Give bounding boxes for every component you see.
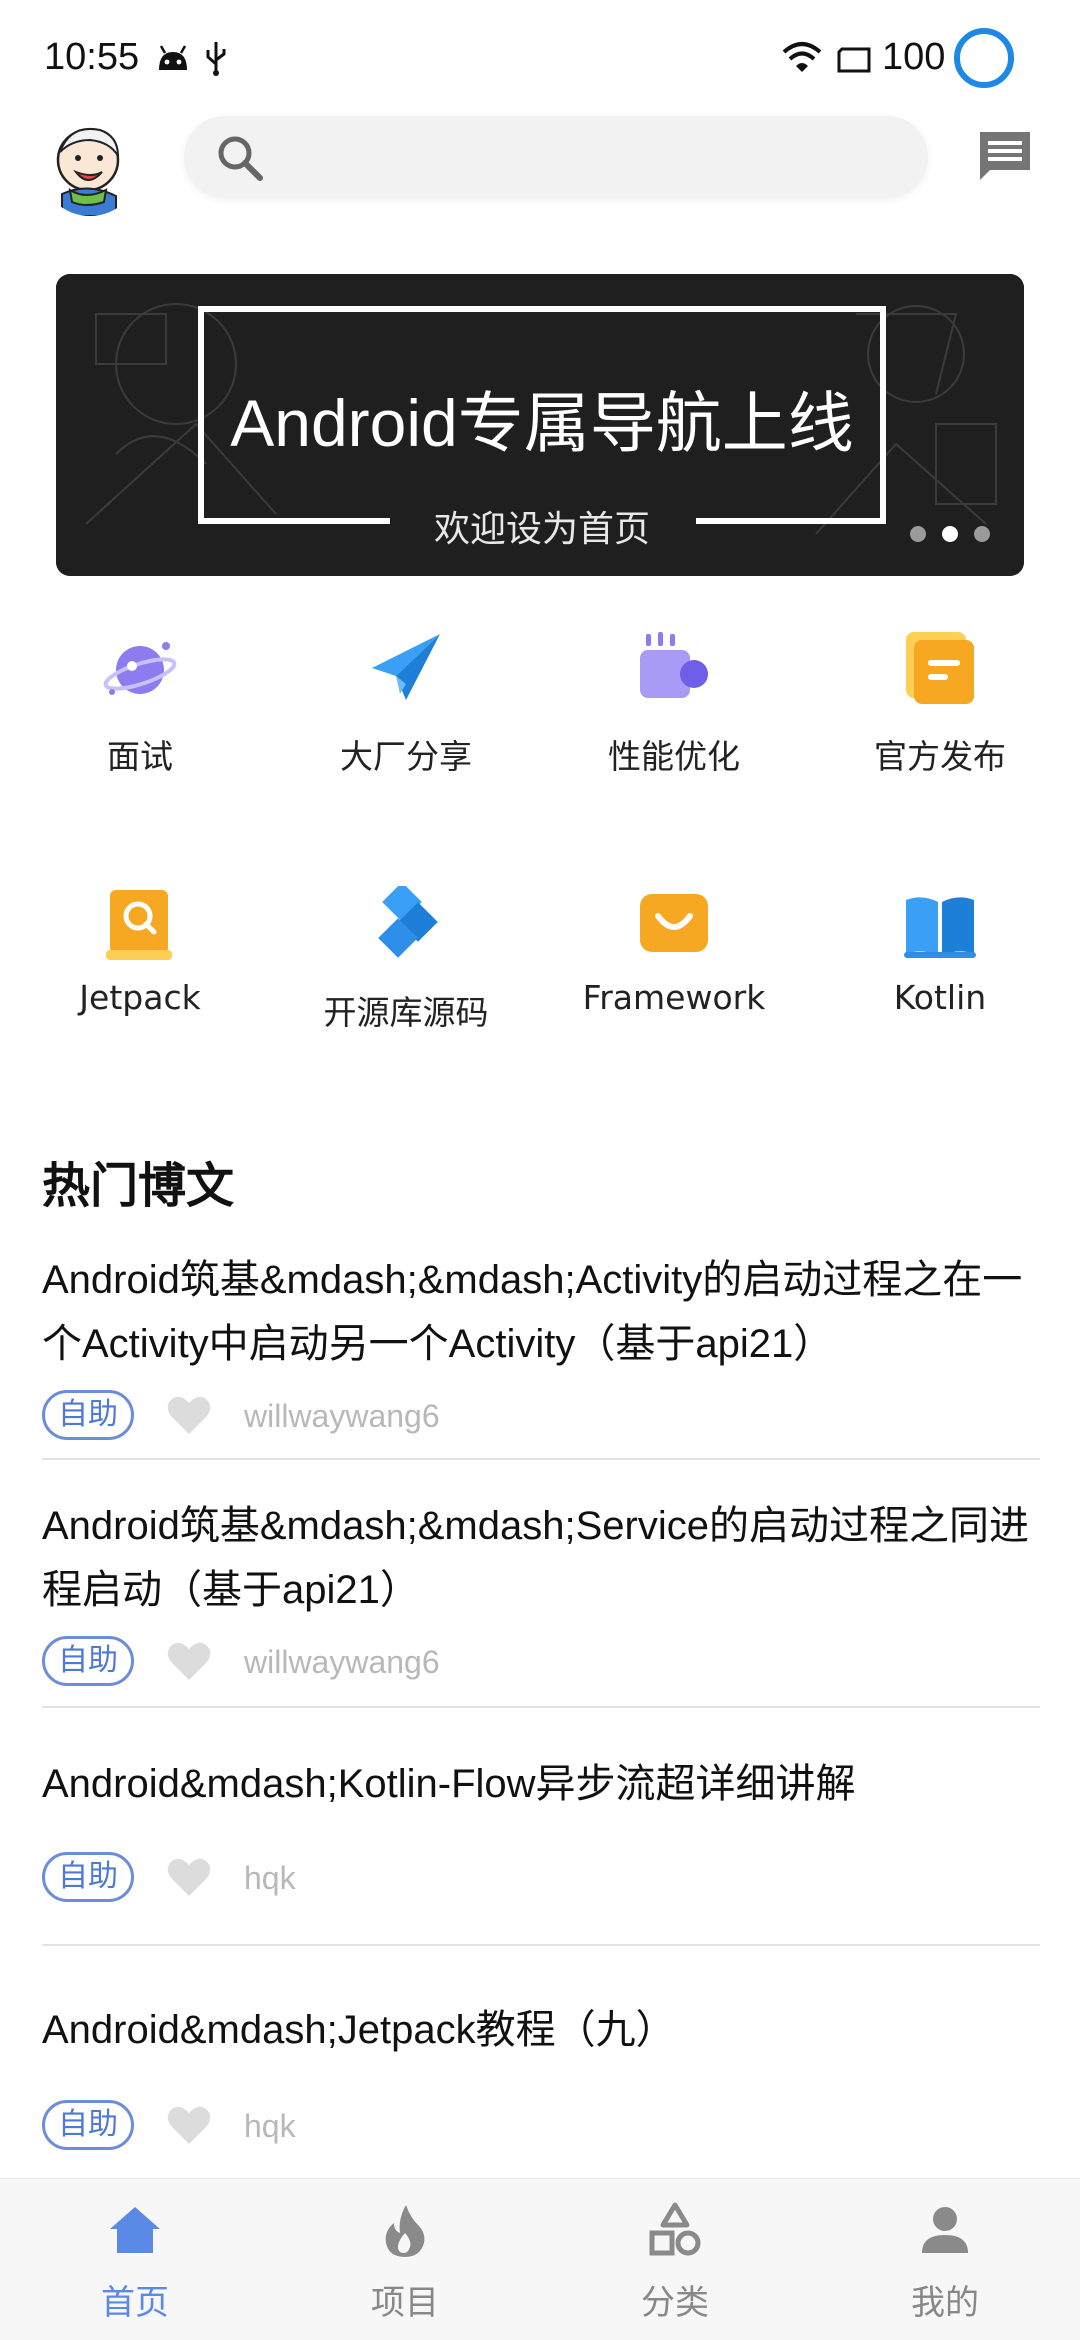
nav-home[interactable]: 首页: [0, 2179, 270, 2340]
heart-icon[interactable]: [166, 1856, 212, 1898]
article-title[interactable]: Android筑基&mdash;&mdash;Activity的启动过程之在一个…: [42, 1248, 1040, 1376]
article-item[interactable]: Android&mdash;Jetpack教程（九） 自助 hqk: [42, 1998, 1040, 2178]
nav-mine[interactable]: 我的: [810, 2179, 1080, 2340]
category-label: Framework: [582, 978, 766, 1017]
shopping-bag-icon: [640, 894, 708, 952]
category-label: 面试: [107, 737, 173, 776]
nav-label: 首页: [101, 2283, 169, 2323]
status-time: 10:55: [44, 36, 140, 78]
heart-icon[interactable]: [166, 1394, 212, 1436]
person-icon: [922, 2207, 968, 2253]
article-item[interactable]: Android筑基&mdash;&mdash;Service的启动过程之同进程启…: [42, 1494, 1040, 1708]
article-tag[interactable]: 自助: [42, 1636, 134, 1686]
banner-title: Android专属导航上线: [230, 386, 854, 460]
cubes-icon: [378, 886, 438, 958]
category-label: 性能优化: [608, 737, 740, 776]
article-tag[interactable]: 自助: [42, 1390, 134, 1440]
article-author[interactable]: willwaywang6: [244, 1644, 440, 1681]
search-icon: [218, 136, 263, 181]
battery-icon: [837, 47, 871, 73]
search-input[interactable]: [184, 116, 928, 198]
book-search-icon: [106, 890, 172, 960]
message-icon[interactable]: [976, 128, 1034, 184]
category-label: Kotlin: [893, 978, 987, 1017]
category-label: 官方发布: [874, 737, 1006, 776]
banner-pagination[interactable]: [910, 526, 990, 542]
banner-subtitle: 欢迎设为首页: [433, 509, 650, 550]
category-label: 开源库源码: [323, 993, 489, 1032]
battery-level: 100: [882, 36, 946, 78]
avatar[interactable]: [40, 116, 140, 216]
nav-label: 我的: [911, 2283, 979, 2323]
article-item[interactable]: Android&mdash;Kotlin-Flow异步流超详细讲解 自助 hqk: [42, 1752, 1040, 1946]
avatar-image: [40, 116, 140, 216]
document-icon: [906, 632, 974, 704]
article-item[interactable]: Android筑基&mdash;&mdash;Activity的启动过程之在一个…: [42, 1248, 1040, 1460]
article-author[interactable]: hqk: [244, 1860, 296, 1897]
status-ring-icon: [954, 28, 1014, 88]
coffee-cup-icon: [640, 632, 708, 698]
section-title: 热门博文: [42, 1158, 235, 1214]
banner-dot-active[interactable]: [942, 526, 958, 542]
paper-plane-icon: [372, 634, 440, 700]
flame-icon: [385, 2205, 425, 2257]
nav-projects[interactable]: 项目: [270, 2179, 540, 2340]
banner-carousel[interactable]: Android专属导航上线 欢迎设为首页: [56, 274, 1024, 576]
article-tag[interactable]: 自助: [42, 2100, 134, 2150]
shapes-icon: [649, 2202, 701, 2256]
bottom-navigation: 首页 项目 分类 我的: [0, 2178, 1080, 2340]
heart-icon[interactable]: [166, 2104, 212, 2146]
heart-icon[interactable]: [166, 1640, 212, 1682]
category-label: 大厂分享: [340, 737, 472, 776]
banner-dot[interactable]: [910, 526, 926, 542]
home-icon: [110, 2207, 160, 2253]
usb-icon: [206, 42, 226, 76]
wifi-icon: [782, 42, 822, 72]
android-icon: [159, 45, 187, 70]
status-bar: 10:55 100: [0, 0, 1080, 110]
nav-label: 项目: [371, 2283, 439, 2323]
article-title[interactable]: Android&mdash;Jetpack教程（九）: [42, 1998, 1040, 2062]
banner-dot[interactable]: [974, 526, 990, 542]
nav-categories[interactable]: 分类: [540, 2179, 810, 2340]
article-title[interactable]: Android&mdash;Kotlin-Flow异步流超详细讲解: [42, 1752, 1040, 1816]
article-tag[interactable]: 自助: [42, 1852, 134, 1902]
planet-icon: [103, 642, 177, 695]
article-title[interactable]: Android筑基&mdash;&mdash;Service的启动过程之同进程启…: [42, 1494, 1040, 1622]
open-book-icon: [904, 897, 976, 958]
nav-label: 分类: [641, 2283, 709, 2323]
article-author[interactable]: willwaywang6: [244, 1398, 440, 1435]
article-author[interactable]: hqk: [244, 2108, 296, 2145]
category-label: Jetpack: [79, 978, 201, 1017]
